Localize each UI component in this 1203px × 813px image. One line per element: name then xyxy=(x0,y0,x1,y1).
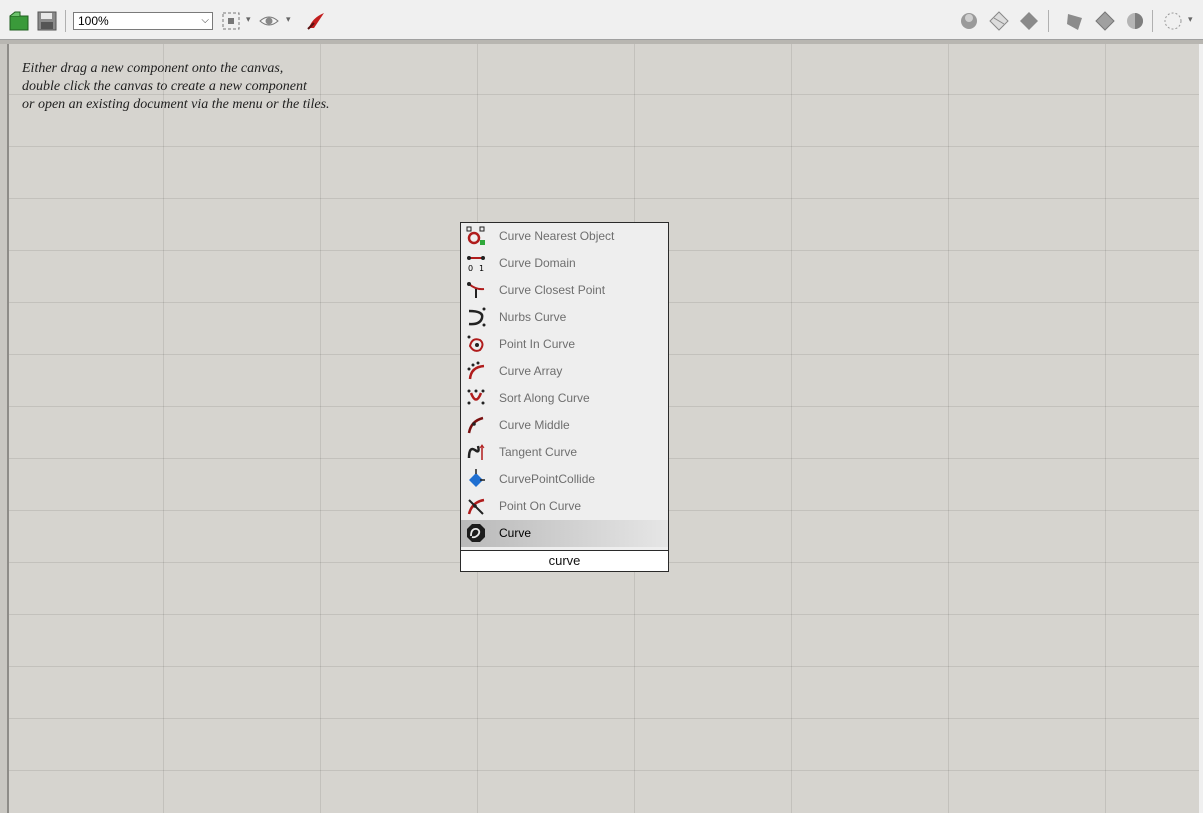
toolbar-separator xyxy=(1152,10,1153,32)
sort-along-curve-icon xyxy=(467,389,485,405)
canvas-hint-line: Either drag a new component onto the can… xyxy=(22,61,284,76)
search-result-label: Curve Middle xyxy=(499,418,570,432)
search-result-label: Curve Domain xyxy=(499,256,576,270)
search-result-label: Curve Array xyxy=(499,364,563,378)
zoom-value: 100% xyxy=(78,14,109,28)
search-result-label: Curve Nearest Object xyxy=(499,229,615,243)
search-result-label: Point In Curve xyxy=(499,337,576,351)
canvas-hint-line: or open an existing document via the men… xyxy=(22,97,330,112)
svg-text:1: 1 xyxy=(479,264,484,273)
preview-wireframe-icon[interactable] xyxy=(958,10,980,32)
search-result-item[interactable]: Point In Curve xyxy=(461,331,668,358)
curve-param-icon xyxy=(467,524,485,542)
component-search-popup: Curve Nearest Object 01 Curve Domain Cur… xyxy=(460,222,669,572)
preview-dropdown-arrow-icon[interactable]: ▾ xyxy=(286,14,291,25)
search-result-item[interactable]: CurvePointCollide xyxy=(461,466,668,493)
render-mesh-icon[interactable] xyxy=(1064,10,1086,32)
curve-middle-icon xyxy=(467,416,484,434)
curve-nearest-object-icon xyxy=(466,226,485,245)
canvas-hint-line: double click the canvas to create a new … xyxy=(22,79,307,94)
nurbs-curve-icon xyxy=(468,307,486,327)
search-result-item[interactable]: Tangent Curve xyxy=(461,439,668,466)
search-result-label: Tangent Curve xyxy=(499,445,578,459)
search-result-item[interactable]: Curve Array xyxy=(461,358,668,385)
render-settings-icon[interactable] xyxy=(1162,10,1184,32)
save-icon[interactable] xyxy=(36,10,58,32)
search-result-item[interactable]: Curve Closest Point xyxy=(461,277,668,304)
search-result-label: CurvePointCollide xyxy=(499,472,596,486)
toolbar-separator xyxy=(1048,10,1049,32)
search-result-label: Curve xyxy=(499,526,532,540)
render-material-icon[interactable] xyxy=(1124,10,1146,32)
sketch-brush-icon[interactable] xyxy=(306,10,328,32)
preview-selected-icon[interactable] xyxy=(1018,10,1040,32)
toolbar-separator xyxy=(65,10,66,32)
search-result-item-selected[interactable]: Curve xyxy=(461,520,668,547)
curve-point-collide-icon xyxy=(469,469,485,487)
tangent-curve-icon xyxy=(467,444,485,460)
zoom-extents-icon[interactable] xyxy=(220,10,242,32)
zoom-dropdown-arrow-icon[interactable]: ▾ xyxy=(246,14,251,25)
curve-array-icon xyxy=(467,361,485,380)
canvas-left-rail xyxy=(0,44,9,813)
preview-eye-icon[interactable] xyxy=(258,10,280,32)
search-result-item[interactable]: Nurbs Curve xyxy=(461,304,668,331)
open-file-icon[interactable] xyxy=(8,10,30,32)
search-result-item[interactable]: Point On Curve xyxy=(461,493,668,520)
zoom-select[interactable]: 100% ⌵ xyxy=(73,12,213,30)
point-on-curve-icon xyxy=(467,498,485,515)
search-result-label: Curve Closest Point xyxy=(499,283,606,297)
search-result-label: Nurbs Curve xyxy=(499,310,567,324)
point-in-curve-icon xyxy=(467,335,484,352)
search-result-item[interactable]: 01 Curve Domain xyxy=(461,250,668,277)
search-result-label: Point On Curve xyxy=(499,499,582,513)
curve-domain-icon: 01 xyxy=(467,256,485,273)
search-result-item[interactable]: Curve Nearest Object xyxy=(461,223,668,250)
curve-closest-point-icon xyxy=(467,282,485,298)
component-search-input[interactable]: curve xyxy=(461,550,668,571)
render-dropdown-arrow-icon[interactable]: ▾ xyxy=(1188,14,1193,25)
svg-text:0: 0 xyxy=(468,264,473,273)
preview-shaded-icon[interactable] xyxy=(988,10,1010,32)
render-shaded-icon[interactable] xyxy=(1094,10,1116,32)
chevron-down-icon[interactable]: ⌵ xyxy=(201,13,209,29)
search-result-item[interactable]: Sort Along Curve xyxy=(461,385,668,412)
canvas-hint: Either drag a new component onto the can… xyxy=(22,60,330,114)
search-result-label: Sort Along Curve xyxy=(499,391,590,405)
toolbar: 100% ⌵ ▾ ▾ ▾ xyxy=(0,0,1203,40)
search-result-item[interactable]: Curve Middle xyxy=(461,412,668,439)
